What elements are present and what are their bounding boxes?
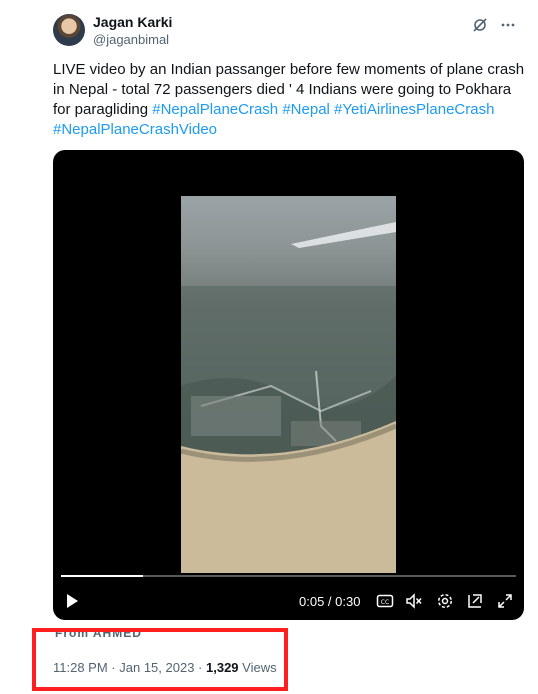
svg-text:CC: CC [381, 599, 389, 606]
hashtag-link[interactable]: #NepalPlaneCrash [152, 101, 278, 118]
tweet-header: Jagan Karki @jaganbimal [53, 10, 533, 50]
hashtag-link[interactable]: #NepalPlaneCrashVideo [53, 121, 217, 138]
video-frame [181, 196, 396, 573]
play-icon[interactable] [63, 592, 81, 610]
mute-icon[interactable] [405, 592, 423, 610]
pip-icon[interactable] [466, 592, 484, 610]
header-actions [471, 16, 517, 34]
user-handle[interactable]: @jaganbimal [93, 32, 169, 47]
video-progress-fill [61, 575, 143, 577]
video-time: 0:05 / 0:30 [299, 594, 361, 609]
avatar[interactable] [53, 14, 85, 46]
tweet-text: LIVE video by an Indian passanger before… [53, 60, 528, 140]
video-player[interactable]: 0:05 / 0:30 CC [53, 150, 524, 620]
grok-icon[interactable] [471, 16, 489, 34]
settings-icon[interactable] [436, 592, 454, 610]
user-name[interactable]: Jagan Karki [93, 14, 172, 30]
fullscreen-icon[interactable] [496, 592, 514, 610]
hashtag-link[interactable]: #Nepal [282, 101, 330, 118]
captions-icon[interactable]: CC [376, 592, 394, 610]
more-icon[interactable] [499, 16, 517, 34]
video-progress-track[interactable] [61, 575, 516, 577]
video-controls: 0:05 / 0:30 CC [53, 586, 524, 616]
highlight-annotation [32, 628, 288, 691]
hashtag-link[interactable]: #YetiAirlinesPlaneCrash [334, 101, 494, 118]
